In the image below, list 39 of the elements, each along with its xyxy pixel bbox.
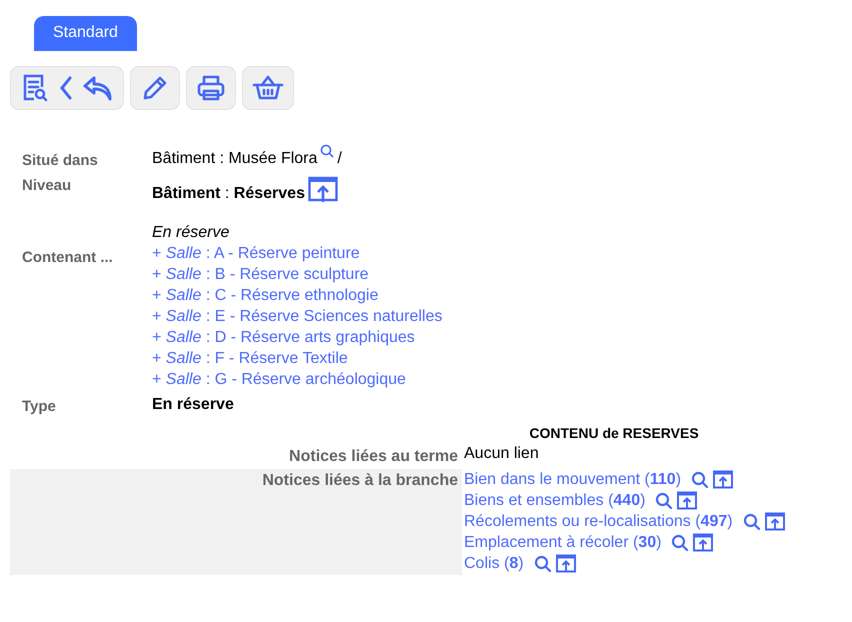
open-window-icon[interactable] — [556, 554, 576, 573]
field-label: Niveau — [22, 176, 72, 194]
section-title: CONTENU de RESERVES — [528, 424, 700, 443]
field-value: En réserve — [152, 396, 235, 414]
search-icon[interactable] — [691, 470, 710, 488]
print-icon[interactable] — [196, 73, 226, 103]
room-link[interactable]: + Salle : B - Réserve sculpture — [152, 264, 842, 285]
record-link[interactable]: Récolements ou re-localisations (497) — [464, 511, 733, 532]
open-window-icon[interactable] — [713, 470, 734, 489]
record-link[interactable]: Colis (8) — [464, 553, 524, 574]
field-label: Type — [22, 397, 57, 415]
tab[interactable]: Standard — [34, 16, 137, 51]
open-window-icon[interactable] — [308, 175, 338, 203]
room-link[interactable]: + Salle : E - Réserve Sciences naturelles — [152, 306, 842, 327]
room-link[interactable]: + Salle : G - Réserve archéologique — [152, 369, 842, 390]
row-label: Notices liées à la branche — [262, 472, 458, 489]
row-value: Aucun lien — [464, 445, 539, 462]
search-icon[interactable] — [671, 534, 690, 552]
record-link[interactable]: Biens et ensembles (440) — [464, 490, 646, 511]
group-heading: En réserve — [152, 223, 230, 243]
search-icon[interactable] — [742, 512, 761, 530]
separator: / — [337, 150, 342, 168]
field-label: Contenant ... — [22, 248, 114, 266]
room-link[interactable]: + Salle : A - Réserve peinture — [152, 243, 842, 264]
record-link[interactable]: Emplacement à récoler (30) — [464, 532, 662, 553]
room-link[interactable]: + Salle : F - Réserve Textile — [152, 348, 842, 369]
field-value: Bâtiment : Musée Flora — [152, 150, 318, 168]
open-window-icon[interactable] — [764, 512, 785, 531]
room-link[interactable]: + Salle : D - Réserve arts graphiques — [152, 327, 842, 348]
field-label: Situé dans — [22, 151, 99, 169]
search-icon[interactable] — [534, 554, 552, 572]
open-window-icon[interactable] — [693, 533, 714, 552]
row-label: Notices liées au terme — [289, 448, 458, 465]
record-link[interactable]: Bien dans le mouvement (110) — [464, 469, 682, 490]
search-icon[interactable] — [320, 144, 334, 158]
field-value: Bâtiment : Réserves — [152, 185, 305, 203]
search-icon[interactable] — [655, 492, 674, 510]
room-link[interactable]: + Salle : C - Réserve ethnologie — [152, 285, 842, 306]
open-window-icon[interactable] — [677, 491, 698, 510]
